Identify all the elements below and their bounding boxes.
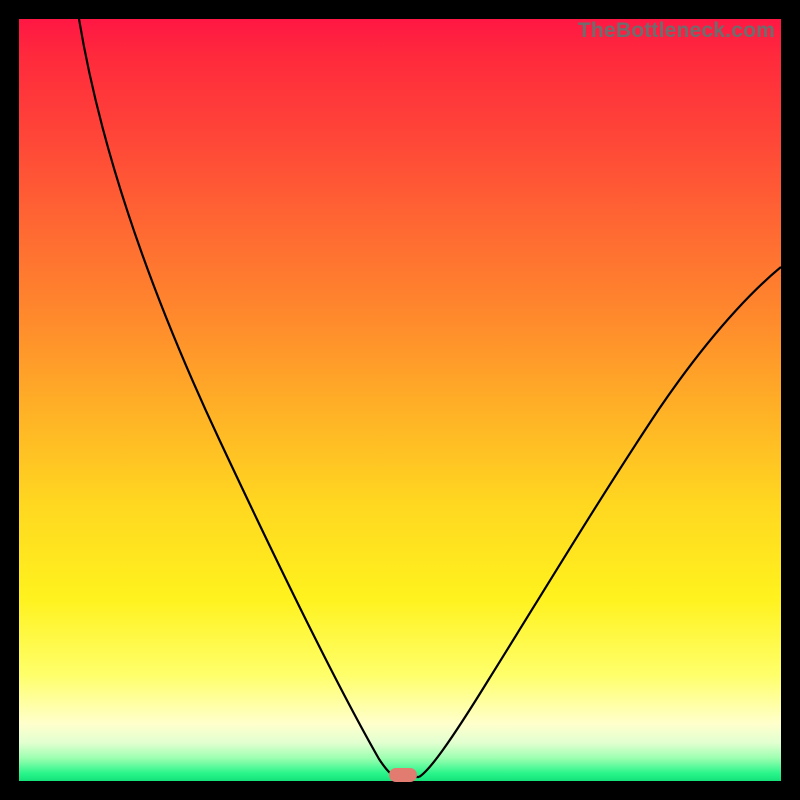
optimal-marker [389,768,417,782]
bottleneck-curve [19,19,781,781]
chart-frame: TheBottleneck.com [0,0,800,800]
plot-area: TheBottleneck.com [19,19,781,781]
